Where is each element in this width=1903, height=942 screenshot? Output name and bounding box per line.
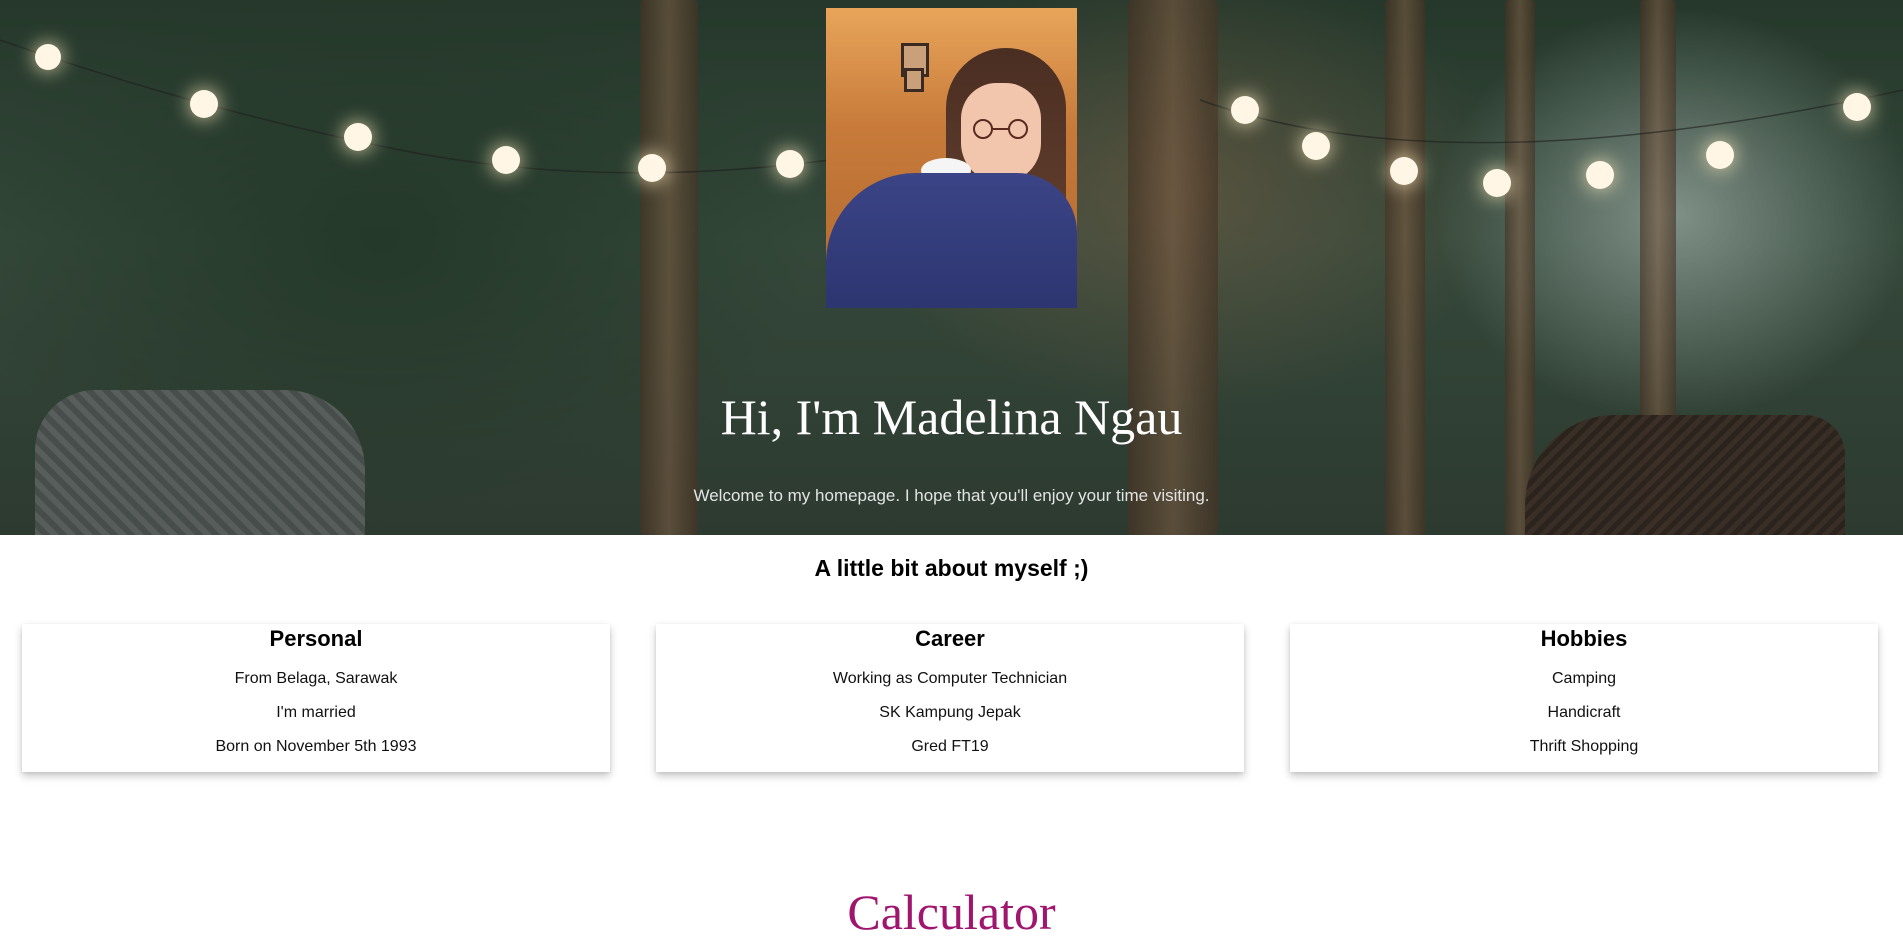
card-item: Camping	[1551, 670, 1617, 687]
calculator-title: Calculator	[847, 884, 1056, 940]
glasses-icon	[973, 119, 1028, 139]
card-items: Camping Handicraft Thrift Shopping	[1290, 653, 1878, 764]
hero-title: Hi, I'm Madelina Ngau	[720, 389, 1183, 445]
card-items: Working as Computer Technician SK Kampun…	[656, 653, 1244, 764]
about-cards: Personal From Belaga, Sarawak I'm marrie…	[22, 624, 1880, 772]
wall-picture-frame	[904, 68, 924, 92]
card-item: Handicraft	[1547, 704, 1621, 721]
card-personal: Personal From Belaga, Sarawak I'm marrie…	[22, 624, 610, 772]
card-item: Working as Computer Technician	[832, 670, 1068, 687]
hero-subtitle: Welcome to my homepage. I hope that you'…	[693, 486, 1210, 505]
card-title: Career	[915, 626, 985, 651]
card-items: From Belaga, Sarawak I'm married Born on…	[22, 653, 610, 764]
card-hobbies: Hobbies Camping Handicraft Thrift Shoppi…	[1290, 624, 1878, 772]
hero-banner: Hi, I'm Madelina Ngau Welcome to my home…	[0, 0, 1903, 535]
card-item: SK Kampung Jepak	[879, 704, 1021, 721]
card-item: Thrift Shopping	[1529, 738, 1639, 755]
about-heading: A little bit about myself ;)	[814, 555, 1089, 581]
card-item: Gred FT19	[911, 738, 989, 755]
profile-photo	[826, 8, 1077, 308]
card-career: Career Working as Computer Technician SK…	[656, 624, 1244, 772]
card-title: Hobbies	[1540, 626, 1628, 651]
card-item: I'm married	[276, 704, 356, 721]
portrait-sweater	[826, 173, 1077, 308]
card-item: From Belaga, Sarawak	[234, 670, 398, 687]
card-title: Personal	[269, 626, 363, 651]
card-item: Born on November 5th 1993	[215, 738, 417, 755]
